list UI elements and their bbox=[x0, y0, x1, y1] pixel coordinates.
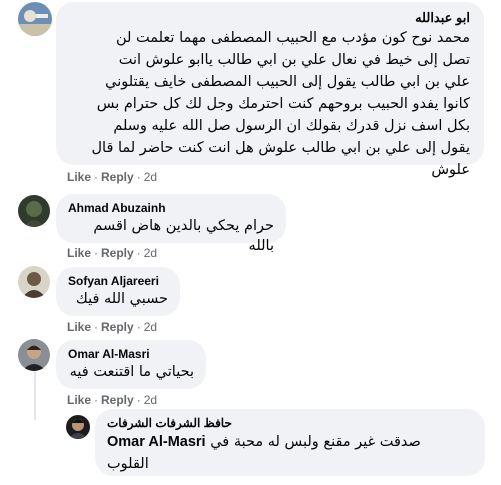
like-button[interactable]: Like bbox=[67, 393, 91, 407]
avatar-image bbox=[18, 195, 50, 227]
separator: · bbox=[94, 320, 99, 334]
comment-text: محمد نوح كون مؤدب مع الحبيب المصطفى مهما… bbox=[68, 27, 470, 181]
reply-line-1: صدقت غير مقنع ولبس له محبة في Omar Al-Ma… bbox=[107, 431, 471, 453]
separator: · bbox=[136, 393, 141, 407]
comment-bubble: Omar Al-Masri بحياتي ما اقتنعت فيه bbox=[56, 340, 206, 389]
separator: · bbox=[136, 170, 141, 184]
comment-actions: Like · Reply · 2d bbox=[67, 170, 157, 184]
comment-actions: Like · Reply · 2d bbox=[67, 246, 157, 260]
reply-button[interactable]: Reply bbox=[101, 320, 134, 334]
avatar-image bbox=[66, 415, 90, 439]
comment-author[interactable]: حافظ الشرفات الشرفات bbox=[107, 415, 471, 431]
comment-line: علي بن ابي طالب يقول إلى الحبيب المصطفى … bbox=[105, 74, 470, 90]
separator: · bbox=[94, 246, 99, 260]
like-button[interactable]: Like bbox=[67, 320, 91, 334]
separator: · bbox=[136, 320, 141, 334]
comment-line: تصل إلى خيط في نعال علي بن ابي طالب يااب… bbox=[118, 52, 470, 68]
avatar-image bbox=[18, 266, 50, 298]
avatar[interactable] bbox=[18, 195, 50, 227]
avatar[interactable] bbox=[66, 415, 90, 439]
comment-line: كانوا يفدو الحبيب بروحهم كنت احترمك وجل … bbox=[96, 96, 470, 112]
comment-bubble: ابو عبدالله محمد نوح كون مؤدب مع الحبيب … bbox=[56, 2, 484, 178]
avatar[interactable] bbox=[18, 266, 50, 298]
comment-line: يقول إلى علي بن ابي طالب علوش هل انت كنت… bbox=[91, 140, 470, 156]
comment-author[interactable]: ابو عبدالله bbox=[68, 9, 470, 26]
comment-text: بحياتي ما اقتنعت فيه bbox=[69, 364, 194, 380]
comment-bubble: Ahmad Abuzainh حرام يحكي بالدين هاض اقسم… bbox=[56, 194, 286, 254]
comment-author[interactable]: Sofyan Aljareeri bbox=[68, 273, 168, 289]
avatar[interactable] bbox=[18, 339, 50, 371]
comment-line: محمد نوح كون مؤدب مع الحبيب المصطفى مهما… bbox=[115, 30, 470, 46]
separator: · bbox=[136, 246, 141, 260]
avatar[interactable] bbox=[18, 2, 52, 36]
reply-button[interactable]: Reply bbox=[101, 170, 134, 184]
timestamp[interactable]: 2d bbox=[144, 393, 157, 407]
reply-button[interactable]: Reply bbox=[101, 246, 134, 260]
comment-author[interactable]: Ahmad Abuzainh bbox=[68, 200, 274, 216]
avatar-image bbox=[18, 339, 50, 371]
like-button[interactable]: Like bbox=[67, 170, 91, 184]
separator: · bbox=[94, 170, 99, 184]
timestamp[interactable]: 2d bbox=[144, 320, 157, 334]
comment-text: حسبي الله فيك bbox=[75, 291, 168, 307]
mention-link[interactable]: Omar Al-Masri bbox=[107, 434, 206, 450]
comment-text: صدقت غير مقنع ولبس له محبة في Omar Al-Ma… bbox=[107, 431, 471, 475]
reply-button[interactable]: Reply bbox=[101, 393, 134, 407]
reply-bubble: حافظ الشرفات الشرفات صدقت غير مقنع ولبس … bbox=[95, 409, 485, 476]
timestamp[interactable]: 2d bbox=[144, 170, 157, 184]
timestamp[interactable]: 2d bbox=[144, 246, 157, 260]
comment-actions: Like · Reply · 2d bbox=[67, 320, 157, 334]
avatar-image bbox=[18, 2, 52, 36]
like-button[interactable]: Like bbox=[67, 246, 91, 260]
separator: · bbox=[94, 393, 99, 407]
reply-text-1: صدقت غير مقنع ولبس له محبة في bbox=[210, 434, 421, 450]
reply-line-2: القلوب bbox=[107, 456, 149, 472]
comment-author[interactable]: Omar Al-Masri bbox=[68, 346, 194, 362]
comment-actions: Like · Reply · 2d bbox=[67, 393, 157, 407]
comment-bubble: Sofyan Aljareeri حسبي الله فيك bbox=[56, 267, 180, 316]
comment-line: بكل اسف نزل قدرك بقولك ان الرسول صل الله… bbox=[113, 118, 470, 134]
